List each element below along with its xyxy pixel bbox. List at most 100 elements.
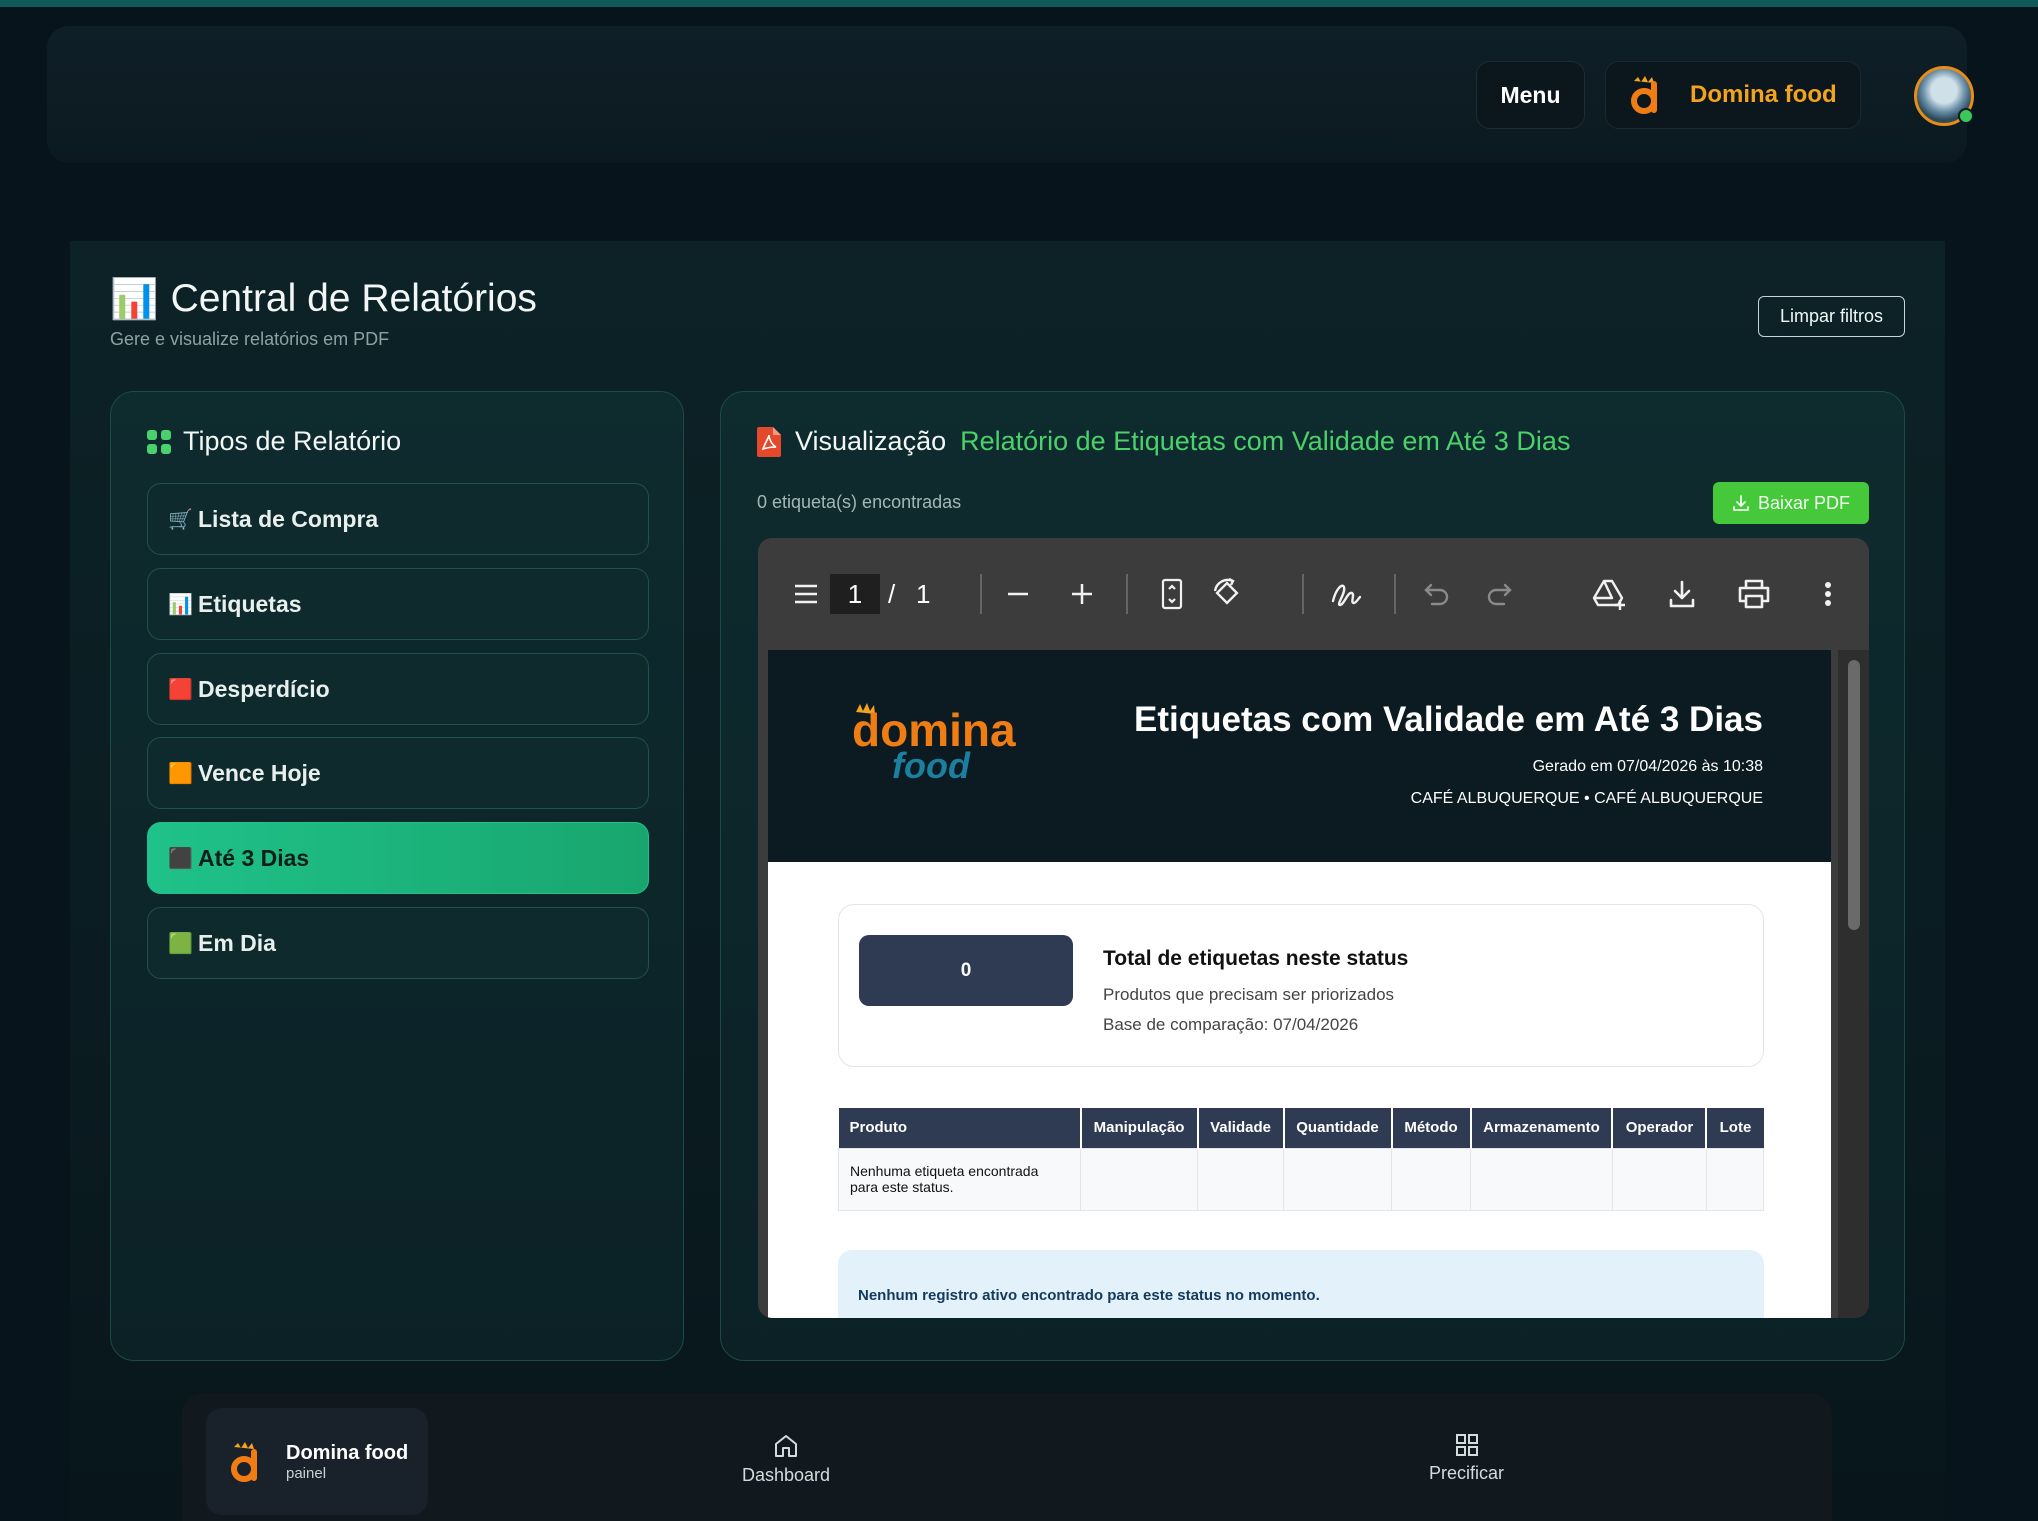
rotate-icon[interactable] — [1208, 574, 1248, 614]
report-type-label: Etiquetas — [198, 590, 302, 617]
col-produto: Produto — [838, 1108, 1082, 1148]
pdf-scrollbar[interactable] — [1838, 650, 1869, 1318]
report-type-desperdicio[interactable]: 🟥 Desperdício — [147, 653, 649, 725]
undo-icon[interactable] — [1416, 574, 1456, 614]
nav-precificar-label: Precificar — [1429, 1463, 1505, 1483]
add-to-drive-icon[interactable] — [1590, 574, 1630, 614]
preview-report-title: Relatório de Etiquetas com Validade em A… — [960, 426, 1571, 456]
zoom-in-icon[interactable] — [1062, 574, 1102, 614]
page-total: 1 — [916, 578, 931, 609]
top-bar: Menu Domina food — [47, 26, 1974, 163]
print-icon[interactable] — [1734, 574, 1774, 614]
toolbar-divider — [1126, 574, 1128, 614]
summary-box: 0 Total de etiquetas neste status Produt… — [838, 904, 1764, 1067]
home-icon — [775, 1435, 798, 1457]
pdf-header: domina food Etiquetas com Validade em At… — [768, 650, 1831, 862]
domina-logo-icon — [231, 1441, 257, 1482]
report-type-vence-hoje[interactable]: 🟧 Vence Hoje — [147, 737, 649, 809]
logo-word-food: food — [892, 745, 971, 782]
table-cell — [1470, 1147, 1613, 1211]
table-cell — [1391, 1147, 1471, 1211]
top-accent-line — [0, 0, 2038, 7]
pdf-file-icon — [757, 426, 781, 457]
table-cell — [1080, 1147, 1199, 1211]
toolbar-divider — [1394, 574, 1396, 614]
download-icon — [1733, 495, 1749, 511]
scrollbar-thumb[interactable] — [1848, 660, 1860, 930]
report-type-em-dia[interactable]: 🟩 Em Dia — [147, 907, 649, 979]
report-type-ate-3-dias[interactable]: ⬛ Até 3 Dias — [147, 822, 649, 894]
report-type-etiquetas[interactable]: 📊 Etiquetas — [147, 568, 649, 640]
avatar[interactable] — [1914, 66, 1974, 126]
table-row: Nenhuma etiqueta encontrada para este st… — [837, 1147, 1765, 1211]
download-icon[interactable] — [1662, 574, 1702, 614]
download-pdf-label: Baixar PDF — [1757, 492, 1851, 513]
annotate-draw-icon[interactable] — [1326, 574, 1366, 614]
table-cell — [1611, 1147, 1707, 1211]
page-title-text: Central de Relatórios — [170, 277, 537, 320]
bottom-brand[interactable]: Domina food painel — [206, 1408, 428, 1515]
report-type-lista-de-compra[interactable]: 🛒 Lista de Compra — [147, 483, 649, 555]
summary-count: 0 — [859, 935, 1073, 1006]
nav-dashboard[interactable]: Dashboard — [742, 1433, 830, 1486]
report-types-heading-text: Tipos de Relatório — [183, 426, 402, 456]
pdf-store-name: CAFÉ ALBUQUERQUE • CAFÉ ALBUQUERQUE — [1410, 790, 1763, 807]
empty-table-message: Nenhuma etiqueta encontrada para este st… — [837, 1147, 1082, 1211]
clear-filters-button[interactable]: Limpar filtros — [1758, 296, 1905, 337]
report-type-label: Em Dia — [198, 929, 276, 956]
page-subtitle: Gere e visualize relatórios em PDF — [110, 329, 390, 349]
report-types-heading: Tipos de Relatório — [147, 426, 401, 457]
bottom-brand-sub: painel — [286, 1464, 327, 1482]
table-cell — [1283, 1147, 1393, 1211]
page-number-input[interactable]: 1 — [830, 574, 880, 614]
col-metodo: Método — [1391, 1108, 1472, 1148]
more-options-icon[interactable] — [1808, 574, 1848, 614]
report-type-label: Vence Hoje — [198, 759, 321, 786]
summary-line-2: Base de comparação: 07/04/2026 — [1103, 1015, 1359, 1034]
fit-page-icon[interactable] — [1152, 574, 1192, 614]
table-cell — [1197, 1147, 1285, 1211]
domina-food-logo: domina food — [852, 703, 1016, 782]
notice-box: Nenhum registro ativo encontrado para es… — [838, 1250, 1764, 1318]
bottom-brand-name: Domina food — [286, 1441, 409, 1464]
redo-icon[interactable] — [1480, 574, 1520, 614]
labels-table: Produto Manipulação Validade Quantidade … — [837, 1108, 1765, 1211]
nav-precificar[interactable]: Precificar — [1429, 1433, 1504, 1484]
grid-icon — [147, 429, 171, 454]
pdf-generated-date: Gerado em 07/04/2026 às 10:38 — [1532, 758, 1763, 775]
preview-heading-text: Visualização — [795, 426, 947, 456]
preview-heading: Visualização Relatório de Etiquetas com … — [757, 426, 1570, 457]
bottom-nav-bar: Domina food painel Dashboard Precificar — [182, 1393, 1832, 1521]
brand-button[interactable]: Domina food — [1605, 61, 1861, 129]
sidebar-toggle-icon[interactable] — [786, 574, 826, 614]
pdf-viewer: 1 / 1 domina food Etiquetas com Validade… — [758, 538, 1869, 1318]
table-header-row: Produto Manipulação Validade Quantidade … — [838, 1108, 1764, 1148]
orange-square-icon: 🟧 — [168, 762, 193, 785]
summary-title: Total de etiquetas neste status — [1103, 947, 1409, 970]
cart-emoji-icon: 🛒 — [168, 508, 193, 531]
pdf-toolbar: 1 / 1 — [758, 538, 1869, 650]
preview-card: Visualização Relatório de Etiquetas com … — [720, 391, 1905, 1361]
menu-button[interactable]: Menu — [1476, 61, 1585, 129]
nav-dashboard-label: Dashboard — [742, 1465, 831, 1485]
col-armazenamento: Armazenamento — [1470, 1108, 1614, 1148]
result-count: 0 etiqueta(s) encontradas — [757, 492, 962, 512]
report-type-label: Até 3 Dias — [198, 844, 310, 871]
summary-line-1: Produtos que precisam ser priorizados — [1103, 985, 1395, 1004]
page-separator: / — [888, 578, 896, 609]
table-cell — [1705, 1147, 1765, 1211]
col-operador: Operador — [1612, 1108, 1708, 1148]
online-status-dot — [1958, 108, 1974, 124]
col-quantidade: Quantidade — [1283, 1108, 1393, 1148]
report-types-card: Tipos de Relatório 🛒 Lista de Compra 📊 E… — [110, 391, 684, 1361]
col-manipulacao: Manipulação — [1080, 1108, 1199, 1148]
red-square-icon: 🟥 — [168, 678, 193, 701]
toolbar-divider — [980, 574, 982, 614]
pdf-page: domina food Etiquetas com Validade em At… — [768, 650, 1831, 1318]
col-validade: Validade — [1197, 1108, 1285, 1148]
brand-name: Domina food — [1690, 81, 1837, 108]
zoom-out-icon[interactable] — [998, 574, 1038, 614]
download-pdf-button[interactable]: Baixar PDF — [1713, 482, 1869, 524]
page-title: 📊 Central de Relatórios — [110, 276, 537, 322]
green-square-icon: 🟩 — [168, 932, 193, 955]
